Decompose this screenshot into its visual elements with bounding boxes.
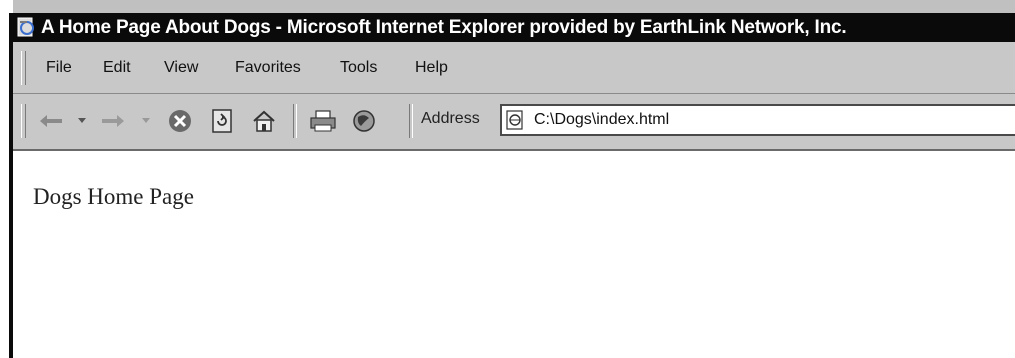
- menu-bar: File Edit View Favorites Tools Help: [13, 42, 1015, 94]
- menu-tools[interactable]: Tools: [340, 59, 377, 77]
- globe-icon: [353, 110, 375, 132]
- menu-edit[interactable]: Edit: [103, 59, 131, 77]
- print-button[interactable]: [307, 108, 339, 134]
- address-label: Address: [421, 110, 480, 127]
- toolbar-separator: [293, 104, 297, 138]
- stop-icon: [169, 110, 191, 132]
- title-bar[interactable]: A Home Page About Dogs - Microsoft Inter…: [13, 13, 1015, 42]
- back-button[interactable]: [37, 108, 65, 134]
- dropdown-arrow-icon: [142, 118, 150, 123]
- address-separator: [409, 104, 413, 138]
- window-title: A Home Page About Dogs - Microsoft Inter…: [41, 17, 847, 38]
- address-input[interactable]: C:\Dogs\index.html: [534, 111, 669, 129]
- forward-dropdown-button[interactable]: [139, 108, 153, 134]
- page-heading: Dogs Home Page: [33, 184, 194, 209]
- menu-file[interactable]: File: [46, 59, 72, 77]
- forward-arrow-icon: [102, 115, 124, 127]
- menu-favorites[interactable]: Favorites: [235, 59, 301, 77]
- toolbar: Address C:\Dogs\index.html: [13, 94, 1015, 151]
- home-icon: [253, 110, 275, 132]
- refresh-icon: [212, 109, 232, 133]
- print-icon: [310, 110, 336, 132]
- menu-help[interactable]: Help: [415, 59, 448, 77]
- back-dropdown-button[interactable]: [75, 108, 89, 134]
- dropdown-arrow-icon: [78, 118, 86, 123]
- address-bar[interactable]: C:\Dogs\index.html: [500, 104, 1015, 136]
- menubar-grip[interactable]: [21, 51, 26, 85]
- refresh-button[interactable]: [207, 108, 237, 134]
- back-arrow-icon: [40, 115, 62, 127]
- media-button[interactable]: [349, 108, 379, 134]
- forward-button[interactable]: [99, 108, 127, 134]
- html-file-icon: [506, 110, 523, 130]
- menu-view[interactable]: View: [164, 59, 198, 77]
- browser-window: A Home Page About Dogs - Microsoft Inter…: [0, 0, 1015, 358]
- window-left-border: [0, 0, 13, 358]
- home-button[interactable]: [249, 108, 279, 134]
- stop-button[interactable]: [165, 108, 195, 134]
- ie-page-icon: [17, 17, 34, 37]
- toolbar-grip[interactable]: [21, 104, 26, 138]
- page-content: Dogs Home Page: [13, 151, 1015, 358]
